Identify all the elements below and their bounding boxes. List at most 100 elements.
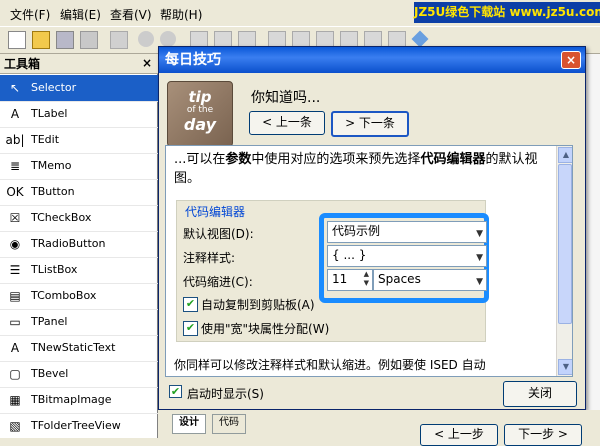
tip-bold-editor: 代码编辑器 xyxy=(420,152,486,167)
toolbox-item[interactable]: ≣ TMemo xyxy=(0,153,158,180)
toolbox-item-label: TRadioButton xyxy=(31,237,106,250)
show-at-startup-checkbox[interactable]: ✔ xyxy=(169,385,182,398)
tip-content-area: ...可以在参数中使用对应的选项来预先选择代码编辑器的默认视图。 代码编辑器 默… xyxy=(165,145,573,377)
button-icon: OK xyxy=(6,185,24,199)
indent-stepper[interactable]: 11 ▲ ▼ xyxy=(327,269,373,291)
toolbox-item-label: TBitmapImage xyxy=(31,393,112,406)
toolbox-item-label: TComboBox xyxy=(31,289,97,302)
toolbox-item-label: TPanel xyxy=(31,315,68,328)
wide-block-label: 使用"宽"块属性分配(W) xyxy=(201,322,330,336)
scroll-down-icon[interactable]: ▼ xyxy=(558,359,572,375)
toolbox-item[interactable]: A TNewStaticText xyxy=(0,335,158,362)
tip-scrollbar[interactable]: ▲ ▼ xyxy=(556,146,572,376)
bevel-icon: ▢ xyxy=(9,367,21,381)
indent-unit-select[interactable]: Spaces ▼ xyxy=(373,269,487,291)
open-folder-icon[interactable] xyxy=(32,31,50,49)
toolbox-item-label: TCheckBox xyxy=(31,211,92,224)
next-tip-button[interactable]: > 下一条 xyxy=(331,111,409,137)
toolbox-item[interactable]: A TLabel xyxy=(0,101,158,128)
save-all-icon[interactable] xyxy=(80,31,98,49)
toolbox-item-label: TFolderTreeView xyxy=(31,419,121,432)
toolbox-item-label: TListBox xyxy=(31,263,78,276)
new-file-icon[interactable] xyxy=(8,31,26,49)
toolbox-item-label: TButton xyxy=(31,185,75,198)
comment-style-select[interactable]: { ... } ▼ xyxy=(327,245,487,267)
toolbox-item[interactable]: ↖ Selector xyxy=(0,75,158,102)
chevron-down-icon: ▼ xyxy=(476,277,483,287)
indent-value: 11 xyxy=(332,272,348,286)
default-view-select[interactable]: 代码示例 ▼ xyxy=(327,221,487,243)
redo-icon[interactable] xyxy=(160,31,176,47)
tab-code[interactable]: 代码 xyxy=(212,414,246,434)
toolbox-item[interactable]: ☰ TListBox xyxy=(0,257,158,284)
menu-edit[interactable]: 编辑(E) xyxy=(60,6,101,23)
tip-text: ...可以在参数中使用对应的选项来预先选择代码编辑器的默认视图。 xyxy=(174,150,554,188)
bottom-bar: 设计 代码 < 上一步 下一步 > xyxy=(158,410,600,446)
menu-help[interactable]: 帮助(H) xyxy=(160,6,202,23)
tool-list: ↖ Selector A TLabel ab| TEdit ≣ TMemo OK TButton ☒… xyxy=(0,75,158,438)
wide-block-checkbox[interactable]: ✔ xyxy=(183,321,198,336)
menu-view[interactable]: 查看(V) xyxy=(110,6,152,23)
toolbox-item-label: Selector xyxy=(31,81,77,94)
label-icon: A xyxy=(10,107,20,121)
toolbox-item[interactable]: ab| TEdit xyxy=(0,127,158,154)
close-icon[interactable]: × xyxy=(561,51,581,69)
scroll-up-icon[interactable]: ▲ xyxy=(558,147,572,163)
auto-copy-checkbox[interactable]: ✔ xyxy=(183,297,198,312)
comment-style-value: { ... } xyxy=(332,248,367,262)
save-icon[interactable] xyxy=(56,31,74,49)
toolbox-item-label: TEdit xyxy=(31,133,60,146)
site-watermark: JZ5U绿色下载站 www.jz5u.com xyxy=(414,2,600,23)
compile-icon[interactable] xyxy=(110,31,128,49)
code-editor-group: 代码编辑器 默认视图(D): 注释样式: 代码缩进(C): 代码示例 ▼ { .… xyxy=(176,200,489,342)
tip-text-part: 中使用对应的选项来预先选择 xyxy=(251,152,421,167)
edit-icon: ab| xyxy=(5,133,25,147)
folder-tree-icon: ▧ xyxy=(9,419,21,433)
tip-text-part: ...可以在 xyxy=(174,152,226,167)
editor-background xyxy=(586,54,600,438)
spin-icon[interactable]: ▲ ▼ xyxy=(364,270,369,288)
logo-line-1: tip xyxy=(188,88,212,106)
toolbox-item-label: TNewStaticText xyxy=(31,341,116,354)
memo-icon: ≣ xyxy=(9,159,21,173)
dialog-title: 每日技巧 xyxy=(165,52,221,68)
comment-style-label: 注释样式: xyxy=(183,251,236,265)
close-icon[interactable]: × xyxy=(140,56,154,70)
listbox-icon: ☰ xyxy=(9,263,21,277)
show-at-startup-label: 启动时显示(S) xyxy=(187,387,264,401)
toolbox-panel: 工具箱 × ↖ Selector A TLabel ab| TEdit ≣ TMemo OK TB… xyxy=(0,54,158,438)
menu-file[interactable]: 文件(F) xyxy=(10,6,50,23)
close-button[interactable]: 关闭 xyxy=(503,381,577,407)
indent-unit-value: Spaces xyxy=(378,272,421,286)
radio-icon: ◉ xyxy=(9,237,21,251)
menu-bar: 文件(F) 编辑(E) 查看(V) 帮助(H) JZ5U绿色下载站 www.jz… xyxy=(0,0,600,26)
combobox-icon: ▤ xyxy=(9,289,21,303)
diamond-icon[interactable] xyxy=(411,30,429,48)
logo-line-3: day xyxy=(183,115,217,134)
undo-icon[interactable] xyxy=(138,31,154,47)
toolbox-item[interactable]: ▦ TBitmapImage xyxy=(0,387,158,414)
chevron-down-icon: ▼ xyxy=(476,253,483,263)
toolbox-title: 工具箱 × xyxy=(0,54,158,74)
logo-line-2: of the xyxy=(186,105,214,115)
scroll-thumb[interactable] xyxy=(558,164,572,324)
previous-step-button[interactable]: < 上一步 xyxy=(420,424,498,446)
tip-bold-params: 参数 xyxy=(225,152,252,167)
toolbox-item-label: TBevel xyxy=(31,367,69,380)
toolbox-item[interactable]: OK TButton xyxy=(0,179,158,206)
tab-design[interactable]: 设计 xyxy=(172,414,206,434)
toolbox-item[interactable]: ▢ TBevel xyxy=(0,361,158,388)
previous-tip-button[interactable]: < 上一条 xyxy=(249,111,325,135)
toolbox-item[interactable]: ◉ TRadioButton xyxy=(0,231,158,258)
next-step-button[interactable]: 下一步 > xyxy=(504,424,582,446)
dialog-title-bar: 每日技巧 × xyxy=(159,47,585,73)
cursor-icon: ↖ xyxy=(9,81,21,95)
toolbox-item[interactable]: ☒ TCheckBox xyxy=(0,205,158,232)
checkbox-icon: ☒ xyxy=(9,211,21,225)
toolbox-item[interactable]: ▭ TPanel xyxy=(0,309,158,336)
static-text-icon: A xyxy=(10,341,20,355)
image-icon: ▦ xyxy=(9,393,21,407)
toolbox-item[interactable]: ▧ TFolderTreeView xyxy=(0,413,158,438)
toolbox-item[interactable]: ▤ TComboBox xyxy=(0,283,158,310)
group-title: 代码编辑器 xyxy=(185,205,246,219)
